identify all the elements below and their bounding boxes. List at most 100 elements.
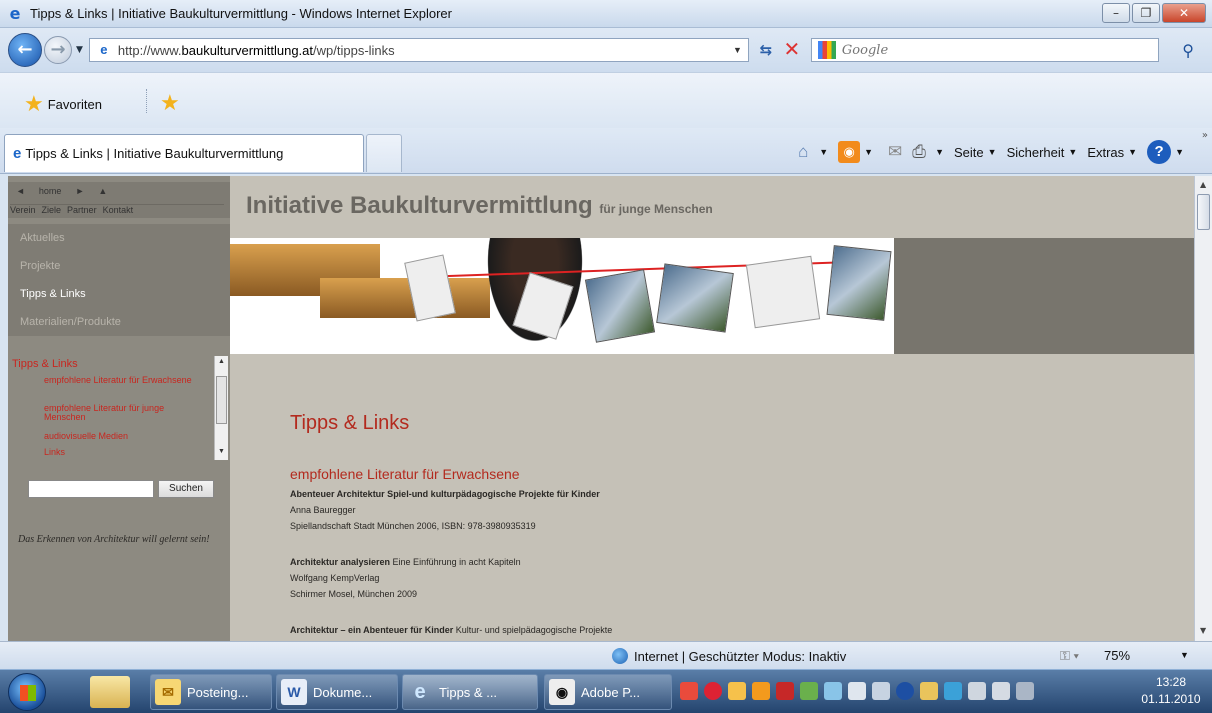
- topnav-next[interactable]: ►: [75, 186, 84, 196]
- tray-app-icon[interactable]: [824, 682, 842, 700]
- submenu-link-audiovisuell[interactable]: audiovisuelle Medien: [44, 432, 204, 441]
- tray-app-icon[interactable]: [680, 682, 698, 700]
- rss-icon[interactable]: ◉: [838, 141, 861, 163]
- back-button[interactable]: ←: [8, 33, 42, 67]
- feeds-dropdown-icon[interactable]: ▼: [864, 147, 873, 157]
- protected-mode-icon[interactable]: ⚿ ▾: [1060, 648, 1079, 664]
- zoom-level[interactable]: 75%: [1104, 648, 1130, 663]
- page-menu[interactable]: Seite: [954, 145, 984, 160]
- submenu-scroll-thumb[interactable]: [216, 376, 227, 424]
- topnav-link-kontakt[interactable]: Kontakt: [103, 205, 134, 218]
- clock-time: 13:28: [1155, 675, 1187, 689]
- tray-app-icon[interactable]: [776, 682, 794, 700]
- tools-dropdown-icon[interactable]: ▼: [1128, 147, 1137, 157]
- clock[interactable]: 13:28 01.11.2010: [1136, 674, 1206, 708]
- safety-menu[interactable]: Sicherheit: [1007, 145, 1065, 160]
- topnav-home[interactable]: home: [39, 186, 62, 196]
- topnav-prev[interactable]: ◄: [16, 186, 25, 196]
- zoom-dropdown-icon[interactable]: ▼: [1180, 650, 1189, 660]
- tray-app-icon[interactable]: [944, 682, 962, 700]
- title-bar: e Tipps & Links | Initiative Baukulturve…: [0, 0, 1212, 28]
- safety-dropdown-icon[interactable]: ▼: [1068, 147, 1077, 157]
- webpage-viewport: ◄ home ► ▲ Verein Ziele Partner Kontakt …: [8, 176, 1194, 641]
- topnav-up[interactable]: ▲: [98, 186, 107, 196]
- submenu-title[interactable]: Tipps & Links: [12, 358, 78, 370]
- site-search-button[interactable]: Suchen: [158, 480, 214, 498]
- home-icon[interactable]: ⌂: [791, 141, 815, 163]
- search-box[interactable]: ⚲: [810, 38, 1194, 62]
- taskbar-outlook[interactable]: ✉ Posteing...: [150, 674, 272, 710]
- topnav-link-verein[interactable]: Verein: [10, 205, 36, 218]
- submenu-link-junge-menschen[interactable]: empfohlene Literatur für junge Menschen: [44, 404, 204, 422]
- flag-icon[interactable]: [848, 682, 866, 700]
- home-dropdown-icon[interactable]: ▼: [819, 147, 828, 157]
- tray-app-icon[interactable]: [752, 682, 770, 700]
- tray-app-icon[interactable]: [704, 682, 722, 700]
- tray-app-icon[interactable]: [800, 682, 818, 700]
- stop-icon[interactable]: ✕: [779, 38, 805, 62]
- topnav-link-ziele[interactable]: Ziele: [42, 205, 62, 218]
- close-button[interactable]: ✕: [1162, 3, 1206, 23]
- nav-item-tipps-links[interactable]: Tipps & Links: [8, 280, 230, 308]
- history-dropdown[interactable]: ▼: [76, 45, 83, 55]
- scroll-up-icon[interactable]: ▲: [1200, 180, 1206, 189]
- nav-item-projekte[interactable]: Projekte: [8, 252, 230, 280]
- ie-tab-icon: e: [13, 145, 22, 162]
- signal-icon[interactable]: [992, 682, 1010, 700]
- scroll-up-icon[interactable]: ▲: [218, 358, 225, 365]
- submenu-scrollbar[interactable]: ▲ ▼: [214, 356, 228, 460]
- site-title-sub: für junge Menschen: [599, 202, 713, 216]
- minimize-button[interactable]: –: [1102, 3, 1130, 23]
- submenu-link-erwachsene[interactable]: empfohlene Literatur für Erwachsene: [44, 376, 204, 385]
- speaker-icon[interactable]: [1016, 682, 1034, 700]
- address-dropdown-icon[interactable]: ▼: [733, 45, 742, 55]
- navigation-bar: ← → ▼ e http://www. baukulturvermittlung.…: [0, 28, 1212, 72]
- network-icon[interactable]: [968, 682, 986, 700]
- tray-mail-icon[interactable]: [728, 682, 746, 700]
- main-content: Tipps & Links empfohlene Literatur für E…: [230, 354, 1194, 641]
- volume-icon[interactable]: [872, 682, 890, 700]
- help-icon[interactable]: ?: [1147, 140, 1172, 164]
- tools-menu[interactable]: Extras: [1087, 145, 1124, 160]
- tray-app-icon[interactable]: [920, 682, 938, 700]
- nav-item-materialien[interactable]: Materialien/Produkte: [8, 308, 230, 336]
- entry-subtitle: Eine Einführung in acht Kapiteln: [390, 557, 521, 567]
- search-input[interactable]: [841, 42, 1122, 58]
- bluetooth-icon[interactable]: [896, 682, 914, 700]
- star-icon: ★: [24, 91, 44, 116]
- chevron-more-icon[interactable]: »: [1202, 130, 1208, 141]
- url-domain: baukulturvermittlung.at: [181, 42, 314, 58]
- page-scrollbar[interactable]: ▲ ▼: [1194, 176, 1212, 641]
- window-controls: – ❐ ✕: [1100, 3, 1206, 23]
- tab-active[interactable]: e Tipps & Links | Initiative Baukulturve…: [4, 134, 364, 172]
- start-button[interactable]: [8, 673, 46, 711]
- maximize-button[interactable]: ❐: [1132, 3, 1160, 23]
- page-dropdown-icon[interactable]: ▼: [988, 147, 997, 157]
- nav-item-aktuelles[interactable]: Aktuelles: [8, 224, 230, 252]
- scroll-down-icon[interactable]: ▼: [218, 448, 225, 455]
- favorites-button[interactable]: ★ Favoriten: [24, 93, 102, 115]
- mail-icon[interactable]: ✉: [883, 141, 907, 163]
- submenu-box: Tipps & Links empfohlene Literatur für E…: [8, 356, 228, 460]
- taskbar-adobe[interactable]: ◉ Adobe P...: [544, 674, 672, 710]
- site-search-input[interactable]: [28, 480, 154, 498]
- explorer-icon[interactable]: [90, 676, 130, 708]
- page-scroll-thumb[interactable]: [1197, 194, 1210, 230]
- address-bar[interactable]: e http://www. baukulturvermittlung.at/wp/…: [88, 38, 749, 62]
- print-icon[interactable]: ⎙: [907, 141, 931, 163]
- help-dropdown-icon[interactable]: ▼: [1175, 147, 1184, 157]
- scroll-down-icon[interactable]: ▼: [1200, 626, 1206, 635]
- topnav-link-partner[interactable]: Partner: [67, 205, 97, 218]
- refresh-icon[interactable]: ⇆: [753, 38, 779, 62]
- security-zone[interactable]: Internet | Geschützter Modus: Inaktiv: [612, 648, 846, 664]
- print-dropdown-icon[interactable]: ▼: [935, 147, 944, 157]
- entry-publisher: Spiellandschaft Stadt München 2006, ISBN…: [290, 521, 536, 531]
- forward-button[interactable]: →: [44, 36, 72, 64]
- photo-desk: [320, 278, 490, 318]
- search-icon[interactable]: ⚲: [1182, 41, 1194, 60]
- submenu-link-links[interactable]: Links: [44, 448, 204, 457]
- taskbar-ie[interactable]: e Tipps & ...: [402, 674, 538, 710]
- new-tab-button[interactable]: [366, 134, 402, 172]
- taskbar-word[interactable]: W Dokume...: [276, 674, 398, 710]
- add-favorite-icon[interactable]: ★: [160, 91, 180, 116]
